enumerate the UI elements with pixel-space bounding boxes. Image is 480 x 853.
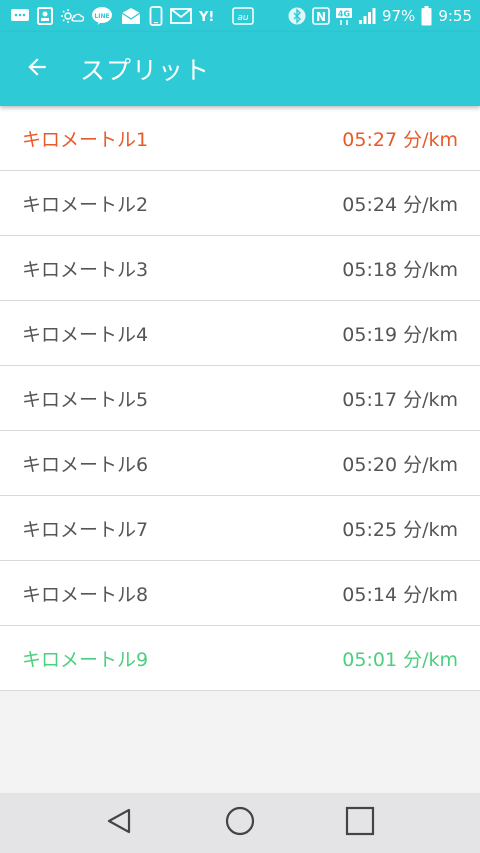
split-row[interactable]: キロメートル9 05:01 分/km: [0, 626, 480, 691]
status-bar-notifications: LINE Y! au: [10, 6, 254, 26]
recents-square-icon: [345, 806, 375, 840]
split-pace: 05:01 分/km: [342, 648, 458, 671]
svg-text:au: au: [237, 13, 249, 23]
mail-icon: [170, 6, 192, 26]
nfc-icon: N: [312, 6, 330, 26]
split-row[interactable]: キロメートル7 05:25 分/km: [0, 496, 480, 561]
arrow-left-icon: [24, 54, 50, 84]
split-pace: 05:20 分/km: [342, 453, 458, 476]
split-pace: 05:14 分/km: [342, 583, 458, 606]
split-label: キロメートル8: [22, 583, 149, 606]
split-pace: 05:18 分/km: [342, 258, 458, 281]
back-button[interactable]: [0, 32, 74, 106]
battery-percentage: 97%: [381, 7, 416, 25]
page-title: スプリット: [80, 56, 211, 85]
nav-recents-button[interactable]: [330, 793, 390, 853]
split-label: キロメートル7: [22, 518, 149, 541]
battery-icon: [421, 6, 432, 26]
status-bar: LINE Y! au N 4G 97% 9:55: [0, 0, 480, 32]
split-row[interactable]: キロメートル1 05:27 分/km: [0, 106, 480, 171]
back-triangle-icon: [105, 806, 135, 840]
phone-icon: [149, 6, 163, 26]
mail-box-icon: [120, 6, 142, 26]
svg-text:Y!: Y!: [199, 10, 214, 24]
split-row[interactable]: キロメートル2 05:24 分/km: [0, 171, 480, 236]
line-icon: LINE: [91, 6, 113, 26]
split-label: キロメートル9: [22, 648, 149, 671]
message-icon: [10, 6, 30, 26]
split-pace: 05:25 分/km: [342, 518, 458, 541]
split-pace: 05:27 分/km: [342, 128, 458, 151]
splits-list: キロメートル1 05:27 分/km キロメートル2 05:24 分/km キロメートル…: [0, 106, 480, 691]
split-pace: 05:24 分/km: [342, 193, 458, 216]
split-pace: 05:17 分/km: [342, 388, 458, 411]
bluetooth-icon: [288, 6, 306, 26]
split-row[interactable]: キロメートル6 05:20 分/km: [0, 431, 480, 496]
split-label: キロメートル3: [22, 258, 149, 281]
app-bar: スプリット: [0, 32, 480, 106]
signal-icon: [358, 6, 376, 26]
nav-home-button[interactable]: [210, 793, 270, 853]
split-pace: 05:19 分/km: [342, 323, 458, 346]
svg-text:N: N: [316, 10, 326, 24]
system-nav-bar: [0, 793, 480, 853]
network-type: 4G: [338, 10, 350, 19]
clock: 9:55: [438, 7, 472, 25]
yahoo-icon: Y!: [199, 6, 225, 26]
svg-text:LINE: LINE: [94, 13, 109, 20]
contacts-icon: [37, 6, 53, 26]
split-row[interactable]: キロメートル3 05:18 分/km: [0, 236, 480, 301]
split-label: キロメートル4: [22, 323, 149, 346]
split-label: キロメートル5: [22, 388, 149, 411]
network-icon: 4G: [335, 6, 352, 26]
status-bar-system: N 4G 97% 9:55: [288, 6, 472, 26]
split-row[interactable]: キロメートル8 05:14 分/km: [0, 561, 480, 626]
split-label: キロメートル2: [22, 193, 149, 216]
split-row[interactable]: キロメートル4 05:19 分/km: [0, 301, 480, 366]
home-circle-icon: [224, 805, 256, 841]
nav-back-button[interactable]: [90, 793, 150, 853]
split-label: キロメートル6: [22, 453, 149, 476]
split-label: キロメートル1: [22, 128, 149, 151]
au-icon: au: [232, 6, 254, 26]
split-row[interactable]: キロメートル5 05:17 分/km: [0, 366, 480, 431]
weather-icon: [60, 6, 84, 26]
